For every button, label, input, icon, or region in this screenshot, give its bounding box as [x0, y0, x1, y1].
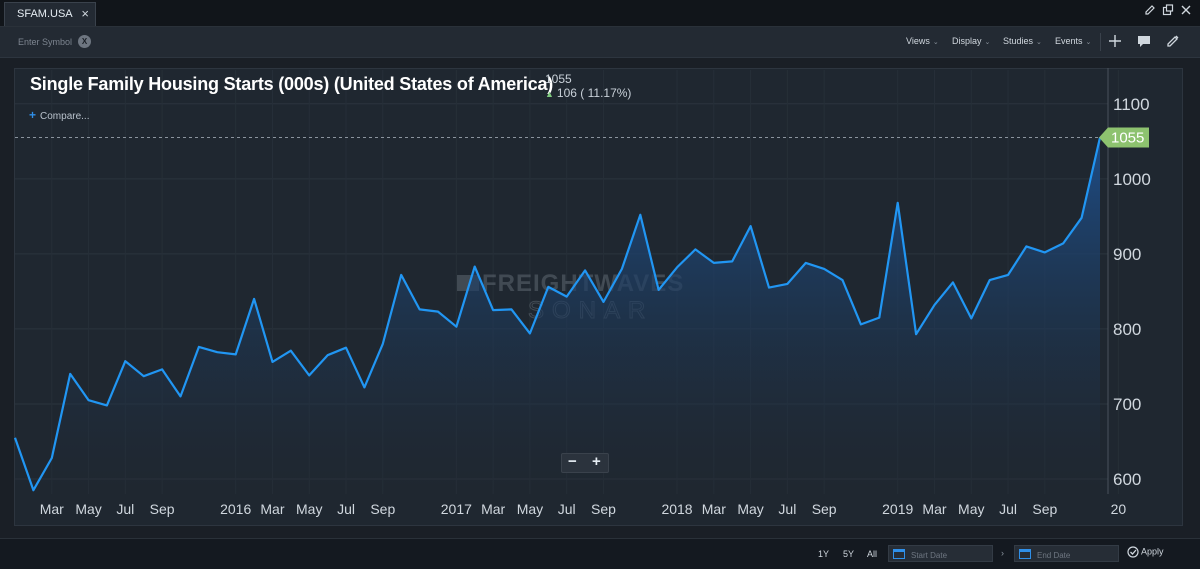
zoom-in-button[interactable]: + [592, 453, 601, 470]
apply-button[interactable]: Apply [1127, 546, 1164, 558]
check-circle-icon [1127, 546, 1139, 558]
tab-close-icon[interactable]: × [81, 3, 89, 25]
range-5y-button[interactable]: 5Y [843, 549, 854, 559]
display-menu[interactable]: Display ⌄ [952, 36, 990, 46]
window-controls [1144, 4, 1192, 16]
comment-icon[interactable] [1137, 34, 1151, 48]
chevron-right-icon: › [1001, 548, 1004, 558]
edit-icon[interactable] [1144, 4, 1156, 16]
plus-icon: + [29, 108, 37, 122]
clear-symbol-button[interactable]: X [78, 35, 91, 48]
events-menu[interactable]: Events ⌄ [1055, 36, 1091, 46]
close-window-icon[interactable] [1180, 4, 1192, 16]
display-menu-label: Display [952, 36, 982, 46]
toolbar: X Views⌄ Display⌄ Studies⌄ Events⌄ [0, 27, 1200, 58]
chevron-down-icon: ⌄ [984, 39, 991, 46]
studies-menu[interactable]: Studies ⌄ [1003, 36, 1042, 46]
popout-icon[interactable] [1162, 4, 1174, 16]
views-menu[interactable]: Views ⌄ [906, 36, 939, 46]
up-arrow-icon: ▲ [545, 89, 554, 99]
compare-label: Compare... [40, 111, 90, 122]
draw-icon[interactable] [1166, 34, 1180, 48]
views-menu-label: Views [906, 36, 930, 46]
zoom-control: − + [561, 453, 609, 473]
compare-link[interactable]: + Compare... [29, 108, 89, 122]
chevron-down-icon: ⌄ [932, 39, 939, 46]
date-range-bar: 1Y 5Y All › Apply [0, 538, 1200, 569]
add-icon[interactable] [1108, 34, 1122, 48]
tab-sfam-usa[interactable]: SFAM.USA × [4, 2, 96, 26]
tab-bar: SFAM.USA × [0, 0, 1200, 27]
symbol-input[interactable] [14, 33, 82, 51]
events-menu-label: Events [1055, 36, 1083, 46]
tab-label: SFAM.USA [17, 8, 73, 20]
start-date-field[interactable] [888, 545, 993, 562]
calendar-icon [1019, 549, 1031, 559]
range-all-button[interactable]: All [867, 549, 877, 559]
apply-label: Apply [1141, 546, 1164, 557]
change-value: ▲ 106 ( 11.17%) [545, 86, 631, 100]
zoom-out-button[interactable]: − [568, 453, 577, 470]
chevron-down-icon: ⌄ [1085, 39, 1092, 46]
last-value: 1055 [545, 72, 572, 86]
chevron-down-icon: ⌄ [1036, 39, 1042, 46]
calendar-icon [893, 549, 905, 559]
toolbar-divider [1100, 33, 1101, 51]
chart-title: Single Family Housing Starts (000s) (Uni… [30, 74, 554, 94]
end-date-field[interactable] [1014, 545, 1119, 562]
studies-menu-label: Studies [1003, 36, 1034, 46]
start-date-input[interactable] [909, 548, 993, 562]
range-1y-button[interactable]: 1Y [818, 549, 829, 559]
change-text: 106 ( 11.17%) [556, 86, 632, 100]
end-date-input[interactable] [1035, 548, 1119, 562]
